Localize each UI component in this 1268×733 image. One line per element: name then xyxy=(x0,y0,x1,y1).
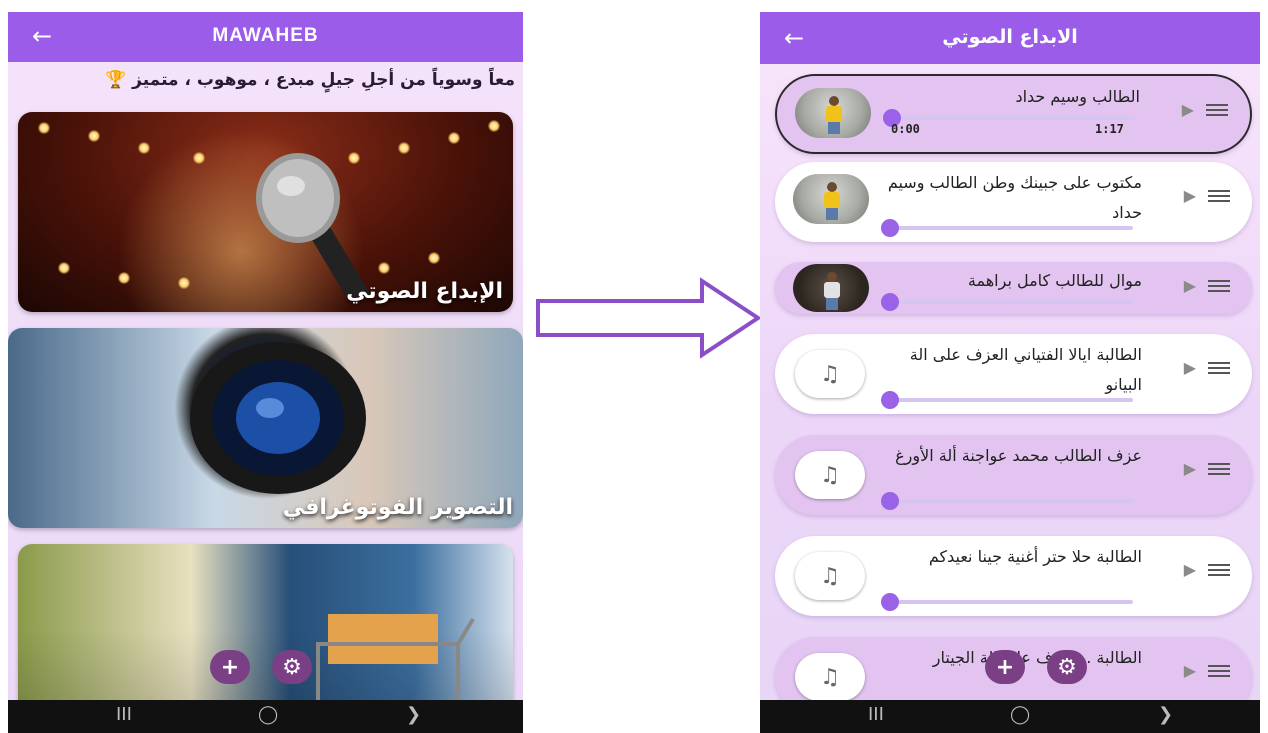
system-nav-bar: III ◯ ❯ xyxy=(760,700,1260,733)
back-button[interactable]: ❯ xyxy=(406,704,421,725)
category-card-shop[interactable] xyxy=(18,544,513,714)
home-button[interactable]: ◯ xyxy=(258,704,278,725)
drag-handle-icon[interactable] xyxy=(1208,463,1230,475)
play-icon[interactable]: ▶ xyxy=(1184,186,1196,205)
track-title: الطالبة حلا حتر أغنية جينا نعيدكم xyxy=(928,547,1142,566)
time-total: 1:17 xyxy=(1095,122,1124,136)
drag-handle-icon[interactable] xyxy=(1208,190,1230,202)
music-note-icon: ♫ xyxy=(795,552,865,600)
progress-knob[interactable] xyxy=(881,391,899,409)
track-title: موال للطالب كامل براهمة xyxy=(967,271,1142,290)
system-nav-bar: III ◯ ❯ xyxy=(8,700,523,733)
left-phone-screen: ← MAWAHEB معاً وسوياً من أجلِ جيلٍ مبدع … xyxy=(8,12,523,733)
progress-knob[interactable] xyxy=(881,492,899,510)
play-icon[interactable]: ▶ xyxy=(1184,661,1196,680)
play-icon[interactable]: ▶ xyxy=(1184,358,1196,377)
category-label: التصوير الفوتوغرافي xyxy=(282,495,513,520)
shopping-cart-icon xyxy=(316,614,475,706)
music-note-icon: ♫ xyxy=(795,350,865,398)
category-card-voice[interactable]: الإبداع الصوتي xyxy=(18,112,513,312)
settings-button[interactable]: ⚙ xyxy=(1047,650,1087,684)
add-button[interactable]: + xyxy=(985,650,1025,684)
progress-bar[interactable] xyxy=(893,226,1133,230)
right-phone-screen: ← الابداع الصوتي الطالب وسيم حداد 0:00 1… xyxy=(760,12,1260,733)
audio-track-item[interactable]: الطالب وسيم حداد 0:00 1:17 ▶ xyxy=(775,74,1252,154)
right-arrow-outline-icon xyxy=(536,277,762,359)
app-bar: ← الابداع الصوتي xyxy=(760,12,1260,64)
student-photo xyxy=(793,174,869,224)
add-button[interactable]: + xyxy=(210,650,250,684)
audio-track-item[interactable]: مكتوب على جبينك وطن الطالب وسيم حداد ▶ xyxy=(775,162,1252,242)
progress-bar[interactable] xyxy=(893,499,1133,503)
progress-knob[interactable] xyxy=(881,219,899,237)
trophy-icon: 🏆 xyxy=(105,70,127,90)
play-icon[interactable]: ▶ xyxy=(1184,276,1196,295)
track-title: الطالبة ايالا الفتياني العزف على الة الب… xyxy=(909,345,1142,394)
progress-bar[interactable] xyxy=(893,300,1133,304)
audio-track-item[interactable]: ♫ الطالبة ايالا الفتياني العزف على الة ا… xyxy=(775,334,1252,414)
play-icon[interactable]: ▶ xyxy=(1184,560,1196,579)
track-title: عزف الطالب محمد عواجنة ألة الأورغ xyxy=(895,446,1142,465)
music-note-icon: ♫ xyxy=(795,451,865,499)
settings-button[interactable]: ⚙ xyxy=(272,650,312,684)
progress-knob[interactable] xyxy=(881,293,899,311)
category-label: الإبداع الصوتي xyxy=(346,279,503,304)
play-icon[interactable]: ▶ xyxy=(1184,459,1196,478)
camera-lens-icon xyxy=(190,342,366,494)
back-button[interactable]: ❯ xyxy=(1158,704,1173,725)
microphone-icon xyxy=(256,153,371,300)
recents-button[interactable]: III xyxy=(116,704,132,725)
drag-handle-icon[interactable] xyxy=(1208,280,1230,292)
audio-track-item[interactable]: موال للطالب كامل براهمة ▶ xyxy=(775,262,1252,314)
student-photo xyxy=(795,88,871,138)
home-button[interactable]: ◯ xyxy=(1010,704,1030,725)
app-bar: ← MAWAHEB xyxy=(8,12,523,62)
music-note-icon: ♫ xyxy=(795,653,865,701)
drag-handle-icon[interactable] xyxy=(1208,665,1230,677)
category-card-photography[interactable]: التصوير الفوتوغرافي xyxy=(8,328,523,528)
tagline: معاً وسوياً من أجلِ جيلٍ مبدع ، موهوب ، … xyxy=(22,70,515,100)
progress-bar[interactable] xyxy=(895,116,1135,120)
track-title: مكتوب على جبينك وطن الطالب وسيم حداد xyxy=(887,173,1142,222)
recents-button[interactable]: III xyxy=(868,704,884,725)
track-title: الطالب وسيم حداد xyxy=(1015,87,1140,106)
audio-track-item[interactable]: ♫ الطالبة حلا حتر أغنية جينا نعيدكم ▶ xyxy=(775,536,1252,616)
play-icon[interactable]: ▶ xyxy=(1182,100,1194,119)
progress-bar[interactable] xyxy=(893,600,1133,604)
progress-bar[interactable] xyxy=(893,398,1133,402)
app-title: MAWAHEB xyxy=(212,25,319,46)
student-photo xyxy=(793,264,869,312)
drag-handle-icon[interactable] xyxy=(1206,104,1228,116)
audio-track-item[interactable]: ♫ عزف الطالب محمد عواجنة ألة الأورغ ▶ xyxy=(775,435,1252,515)
page-title: الابداع الصوتي xyxy=(942,26,1078,48)
drag-handle-icon[interactable] xyxy=(1208,362,1230,374)
tagline-text: معاً وسوياً من أجلِ جيلٍ مبدع ، موهوب ، … xyxy=(132,70,515,90)
time-current: 0:00 xyxy=(891,122,920,136)
progress-knob[interactable] xyxy=(881,593,899,611)
drag-handle-icon[interactable] xyxy=(1208,564,1230,576)
